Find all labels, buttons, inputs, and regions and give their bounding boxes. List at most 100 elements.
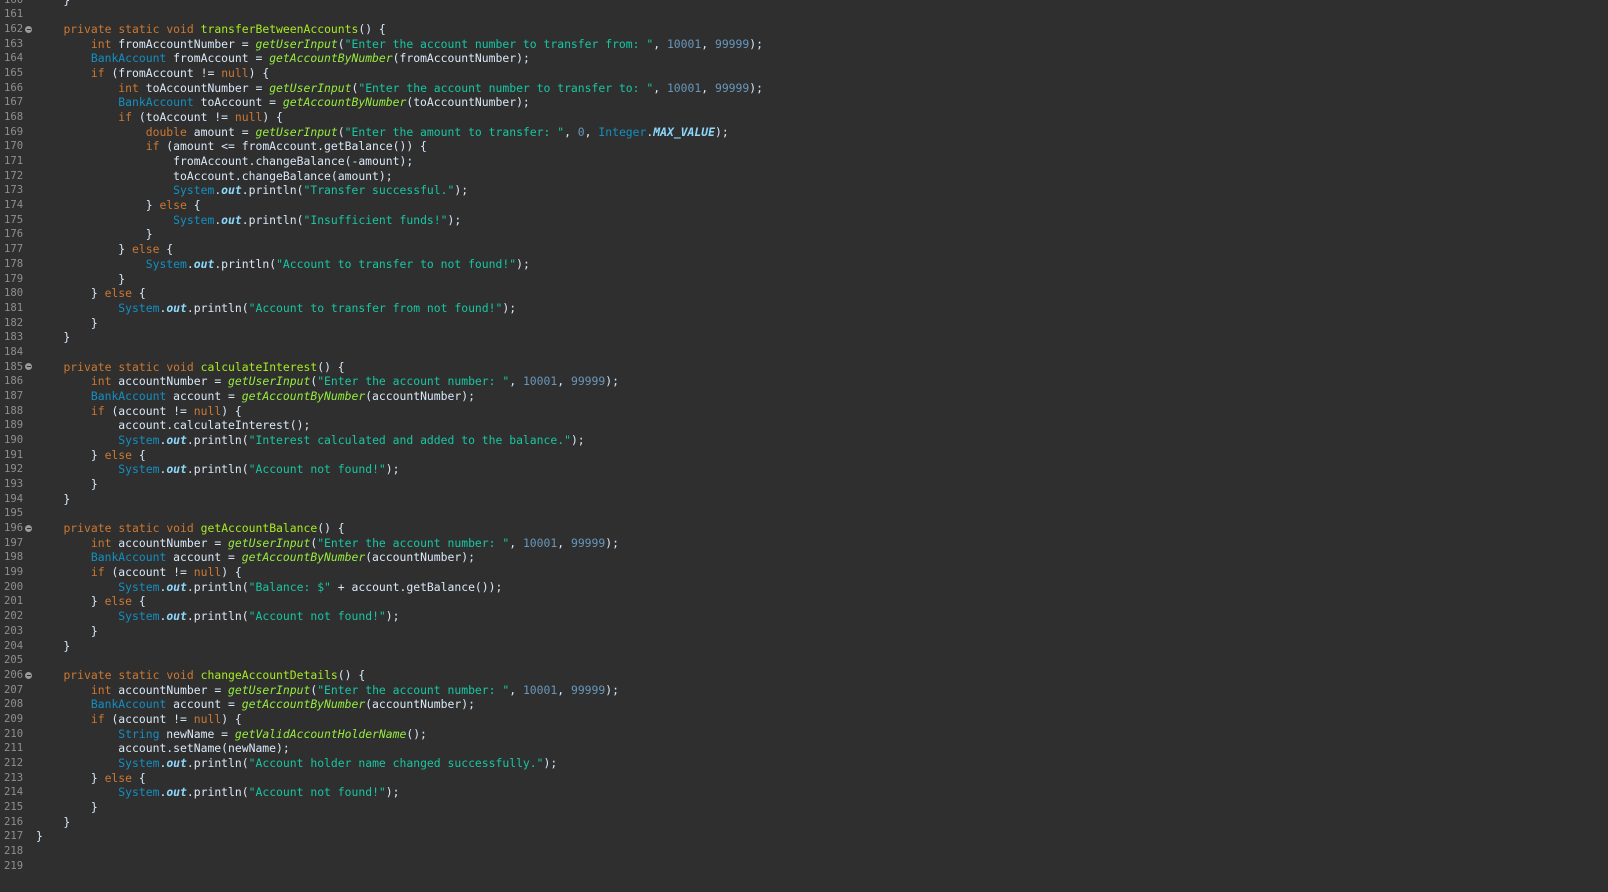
- code-line[interactable]: private static void calculateInterest() …: [36, 359, 344, 375]
- fold-toggle-icon[interactable]: [25, 25, 32, 33]
- code-line[interactable]: account.setName(newName);: [36, 741, 289, 756]
- line-number: 188: [4, 404, 24, 417]
- code-line[interactable]: System.out.println("Interest calculated …: [36, 433, 584, 448]
- code-line[interactable]: if (account != null) {: [36, 712, 242, 727]
- keyword: int: [90, 682, 112, 697]
- code-line[interactable]: }: [36, 624, 98, 639]
- method-call: getAccountByNumber: [282, 95, 407, 110]
- method-declaration: calculateInterest: [200, 359, 318, 374]
- code-line[interactable]: int fromAccountNumber = getUserInput("En…: [36, 37, 763, 52]
- type-name: System: [118, 433, 160, 447]
- code-line[interactable]: }: [36, 316, 98, 331]
- code-line[interactable]: } else {: [36, 448, 146, 463]
- code-line[interactable]: if (fromAccount != null) {: [36, 66, 269, 81]
- code-line[interactable]: private static void changeAccountDetails…: [36, 668, 365, 683]
- keyword: static: [118, 667, 160, 682]
- fold-toggle-icon[interactable]: [25, 671, 32, 679]
- line-number: 163: [4, 37, 24, 50]
- keyword: private: [63, 521, 112, 536]
- code-line[interactable]: toAccount.changeBalance(amount);: [36, 169, 392, 184]
- code-line[interactable]: int accountNumber = getUserInput("Enter …: [36, 536, 619, 551]
- code-line[interactable]: private static void getAccountBalance() …: [36, 521, 344, 536]
- code-line[interactable]: System.out.println("Account not found!")…: [36, 609, 399, 624]
- line-number: 214: [4, 786, 24, 799]
- code-line[interactable]: System.out.println("Insufficient funds!"…: [36, 213, 461, 228]
- line-number: 190: [4, 434, 24, 446]
- code-line[interactable]: System.out.println("Account not found!")…: [36, 462, 399, 477]
- code-line[interactable]: }: [36, 272, 125, 287]
- code-line[interactable]: BankAccount account = getAccountByNumber…: [36, 550, 475, 565]
- code-text-area[interactable]: } private static void transferBetweenAcc…: [36, 0, 1608, 892]
- code-line[interactable]: }: [36, 0, 70, 7]
- code-text: {: [132, 447, 146, 462]
- static-field: MAX_VALUE: [653, 124, 715, 139]
- code-line[interactable]: }: [36, 829, 43, 844]
- code-text: (: [337, 124, 345, 139]
- type-name: BankAccount: [90, 697, 167, 712]
- code-line[interactable]: }: [36, 492, 70, 507]
- code-text: ,: [564, 124, 578, 139]
- code-text: ) {: [221, 403, 242, 418]
- code-line[interactable]: System.out.println("Balance: $" + accoun…: [36, 580, 502, 595]
- code-line[interactable]: String newName = getValidAccountHolderNa…: [36, 727, 427, 742]
- code-line[interactable]: } else {: [36, 594, 146, 609]
- code-line[interactable]: int accountNumber = getUserInput("Enter …: [36, 683, 619, 698]
- code-line[interactable]: } else {: [36, 242, 173, 257]
- fold-toggle-icon[interactable]: [25, 363, 32, 371]
- code-line[interactable]: private static void transferBetweenAccou…: [36, 21, 385, 37]
- code-line[interactable]: } else {: [36, 286, 146, 301]
- type-name: String: [118, 726, 160, 741]
- code-line[interactable]: }: [36, 639, 70, 654]
- code-line[interactable]: BankAccount account = getAccountByNumber…: [36, 697, 475, 712]
- code-line[interactable]: BankAccount account = getAccountByNumber…: [36, 389, 475, 404]
- code-line[interactable]: }: [36, 477, 98, 492]
- code-text: amount =: [186, 124, 256, 139]
- fold-toggle-icon[interactable]: [25, 524, 32, 532]
- string-literal: "Account to transfer from not found!": [248, 300, 503, 315]
- method-declaration: transferBetweenAccounts: [200, 21, 359, 36]
- code-line[interactable]: if (account != null) {: [36, 565, 242, 580]
- code-line[interactable]: fromAccount.changeBalance(-amount);: [36, 154, 413, 169]
- code-line[interactable]: }: [36, 800, 98, 815]
- code-line[interactable]: BankAccount fromAccount = getAccountByNu…: [36, 51, 530, 66]
- code-line[interactable]: account.calculateInterest();: [36, 418, 310, 433]
- code-line[interactable]: System.out.println("Account holder name …: [36, 756, 557, 771]
- keyword: null: [193, 403, 222, 418]
- line-number-gutter[interactable]: 160161162 163 164 165 166 167 168169 170 171172 1…: [0, 0, 34, 892]
- code-line[interactable]: int toAccountNumber = getUserInput("Ente…: [36, 81, 763, 96]
- code-line[interactable]: System.out.println("Account to transfer …: [36, 301, 516, 316]
- line-number: 219: [4, 859, 24, 872]
- code-line[interactable]: if (account != null) {: [36, 404, 242, 419]
- code-text: }: [36, 271, 126, 286]
- code-text: }: [36, 315, 98, 330]
- code-text: }: [36, 477, 98, 492]
- code-line[interactable]: }: [36, 815, 70, 830]
- code-editor[interactable]: 160161162 163 164 165 166 167 168169 170 171172 1…: [0, 0, 1608, 892]
- method-call: getValidAccountHolderName: [234, 726, 407, 741]
- keyword: void: [166, 521, 194, 536]
- code-line[interactable]: if (amount <= fromAccount.getBalance()) …: [36, 139, 427, 154]
- code-line[interactable]: } else {: [36, 198, 201, 213]
- code-line[interactable]: }: [36, 330, 70, 345]
- code-line[interactable]: int accountNumber = getUserInput("Enter …: [36, 374, 619, 389]
- code-line[interactable]: double amount = getUserInput("Enter the …: [36, 125, 729, 140]
- code-line[interactable]: if (toAccount != null) {: [36, 110, 283, 125]
- code-line[interactable]: System.out.println("Account not found!")…: [36, 785, 399, 800]
- line-number: 171: [4, 155, 24, 168]
- code-line[interactable]: BankAccount toAccount = getAccountByNumb…: [36, 95, 530, 110]
- code-line[interactable]: System.out.println("Transfer successful.…: [36, 183, 468, 198]
- string-literal: "Balance: $": [248, 579, 331, 594]
- code-line[interactable]: System.out.println("Account to transfer …: [36, 257, 530, 272]
- line-number: 216: [4, 815, 24, 828]
- code-line[interactable]: }: [36, 227, 153, 242]
- code-line[interactable]: } else {: [36, 771, 146, 786]
- method-call: getUserInput: [228, 682, 311, 697]
- line-number: 207: [4, 683, 24, 696]
